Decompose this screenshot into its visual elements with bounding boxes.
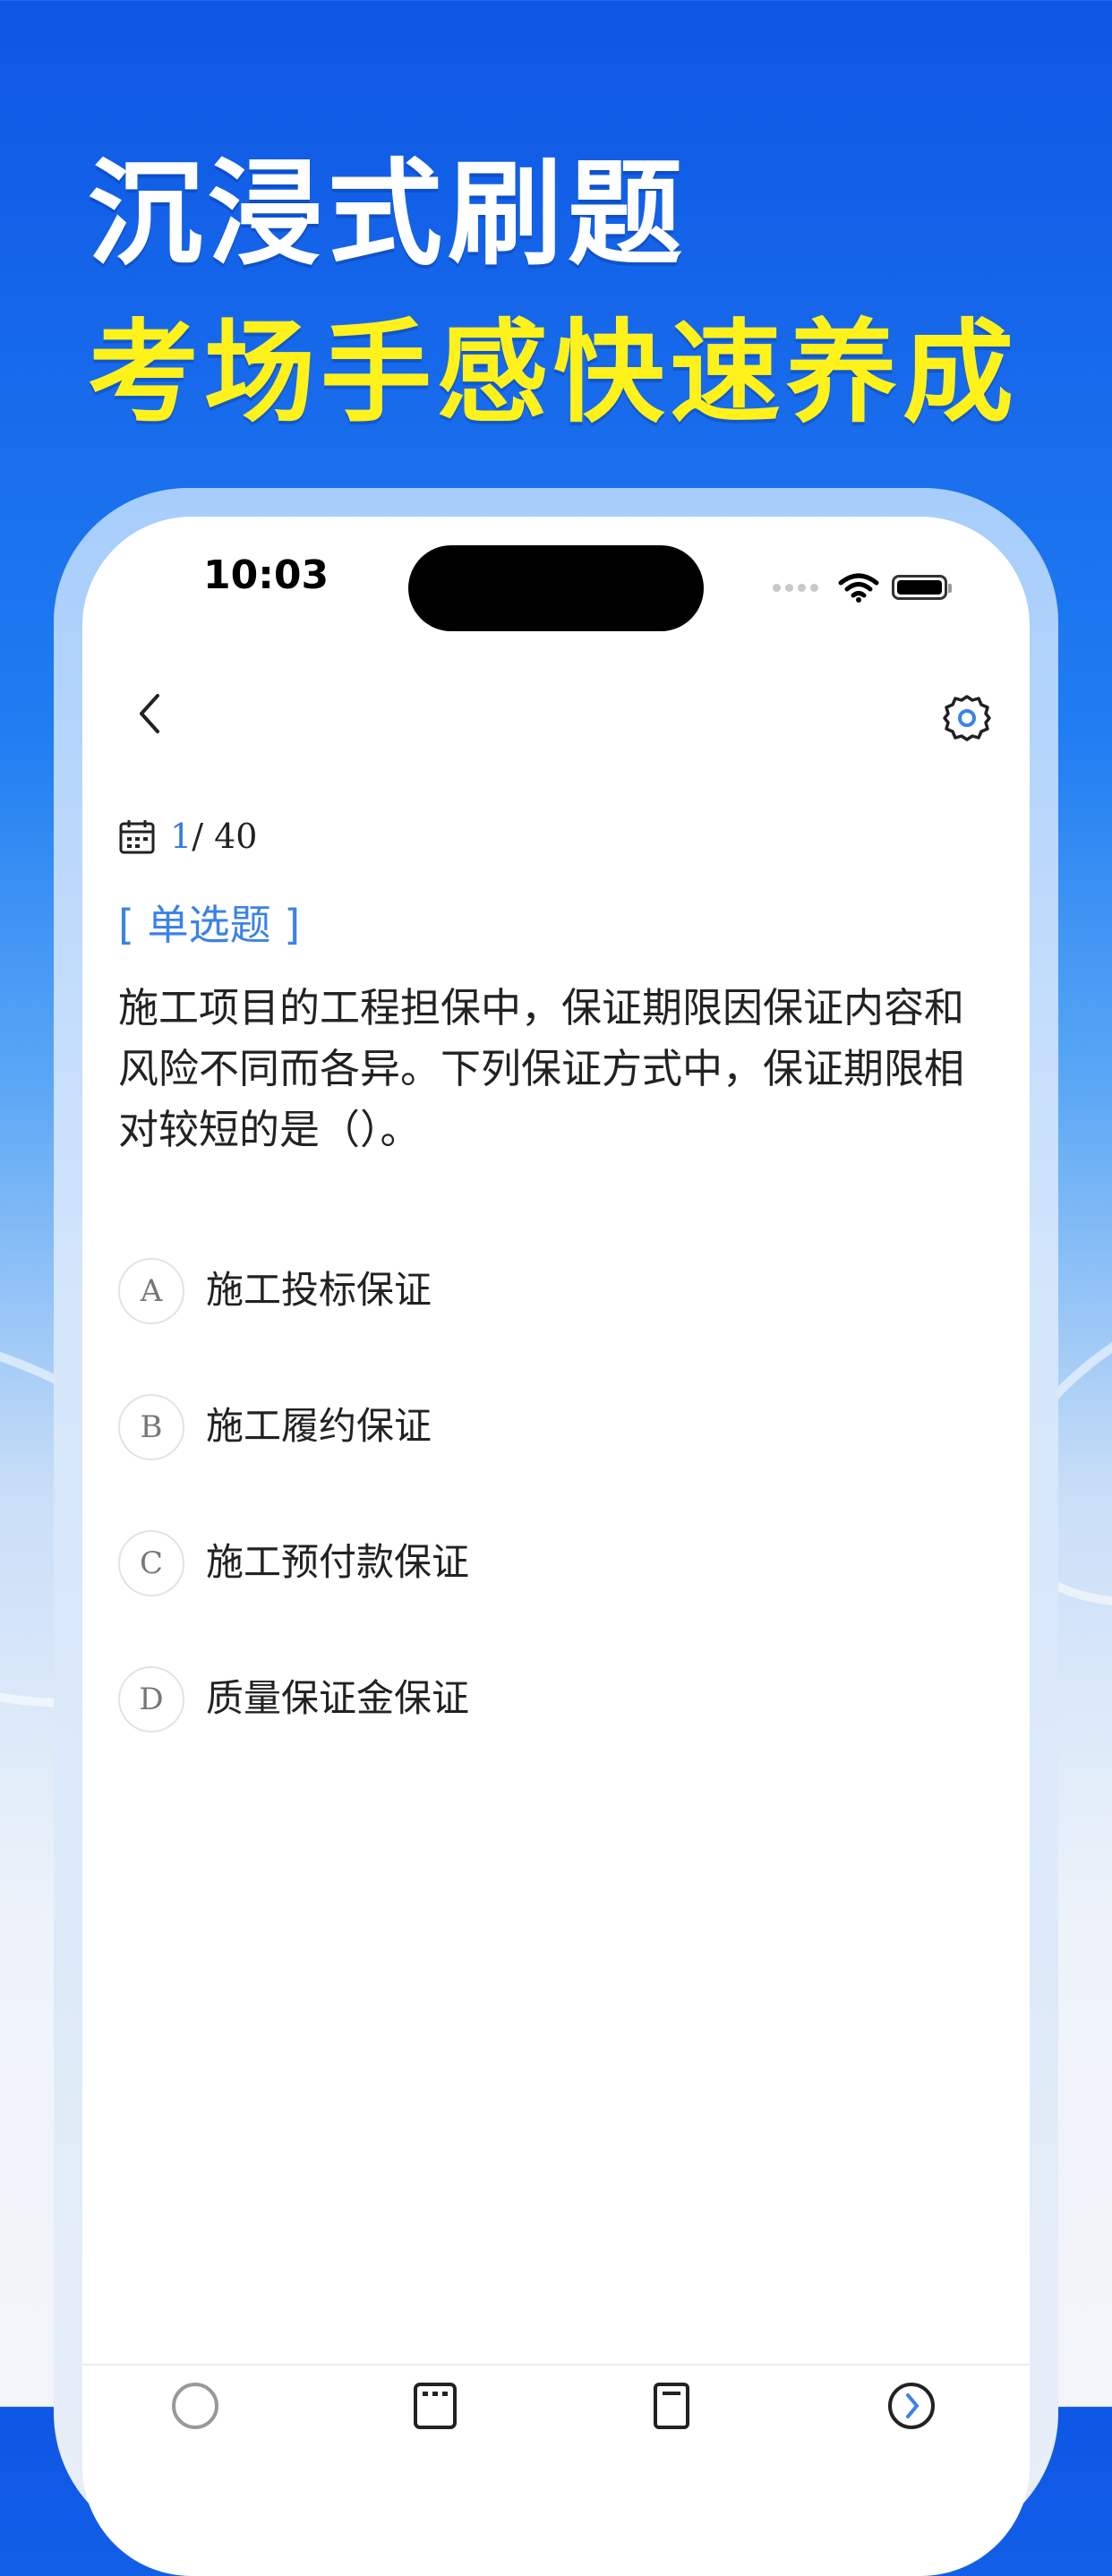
wifi-icon bbox=[838, 573, 879, 603]
back-chevron-icon[interactable] bbox=[125, 687, 179, 740]
battery-icon bbox=[892, 575, 952, 600]
option-c[interactable]: C 施工预付款保证 bbox=[118, 1530, 469, 1596]
next-question-icon[interactable] bbox=[886, 2381, 937, 2431]
option-letter: D bbox=[118, 1666, 184, 1733]
bottom-toolbar-divider bbox=[82, 2364, 1030, 2366]
promo-headline-line1: 沉浸式刷题 bbox=[88, 148, 689, 281]
phone-screen: 10:03 1/ 40 [ 单选题 ] 施工项目的工程担保中，保证期限因保证内容… bbox=[82, 517, 1030, 2576]
option-text: 质量保证金保证 bbox=[206, 1675, 470, 1720]
answer-sheet-icon[interactable] bbox=[410, 2381, 460, 2431]
option-letter: C bbox=[118, 1530, 184, 1596]
progress-total: / 40 bbox=[192, 817, 258, 856]
calendar-icon bbox=[119, 820, 155, 854]
question-type-label: [ 单选题 ] bbox=[118, 901, 301, 949]
promo-headline-line2: 考场手感快速养成 bbox=[88, 309, 1020, 438]
dynamic-island bbox=[408, 545, 704, 631]
status-time: 10:03 bbox=[203, 552, 329, 598]
question-text: 施工项目的工程担保中，保证期限因保证内容和风险不同而各异。下列保证方式中，保证期… bbox=[118, 984, 965, 1153]
option-text: 施工投标保证 bbox=[206, 1267, 432, 1312]
option-text: 施工履约保证 bbox=[206, 1403, 432, 1448]
option-b[interactable]: B 施工履约保证 bbox=[118, 1394, 432, 1460]
option-text: 施工预付款保证 bbox=[206, 1539, 470, 1584]
option-a[interactable]: A 施工投标保证 bbox=[118, 1258, 432, 1324]
note-icon[interactable] bbox=[646, 2381, 697, 2431]
status-icons bbox=[773, 572, 952, 603]
option-letter: B bbox=[118, 1394, 184, 1460]
signal-icon bbox=[773, 583, 818, 592]
question-progress: 1/ 40 bbox=[118, 817, 257, 856]
option-d[interactable]: D 质量保证金保证 bbox=[118, 1666, 469, 1733]
gear-icon[interactable] bbox=[940, 691, 994, 745]
previous-question-icon[interactable] bbox=[170, 2381, 220, 2431]
option-letter: A bbox=[118, 1258, 184, 1324]
progress-current: 1 bbox=[170, 817, 192, 856]
